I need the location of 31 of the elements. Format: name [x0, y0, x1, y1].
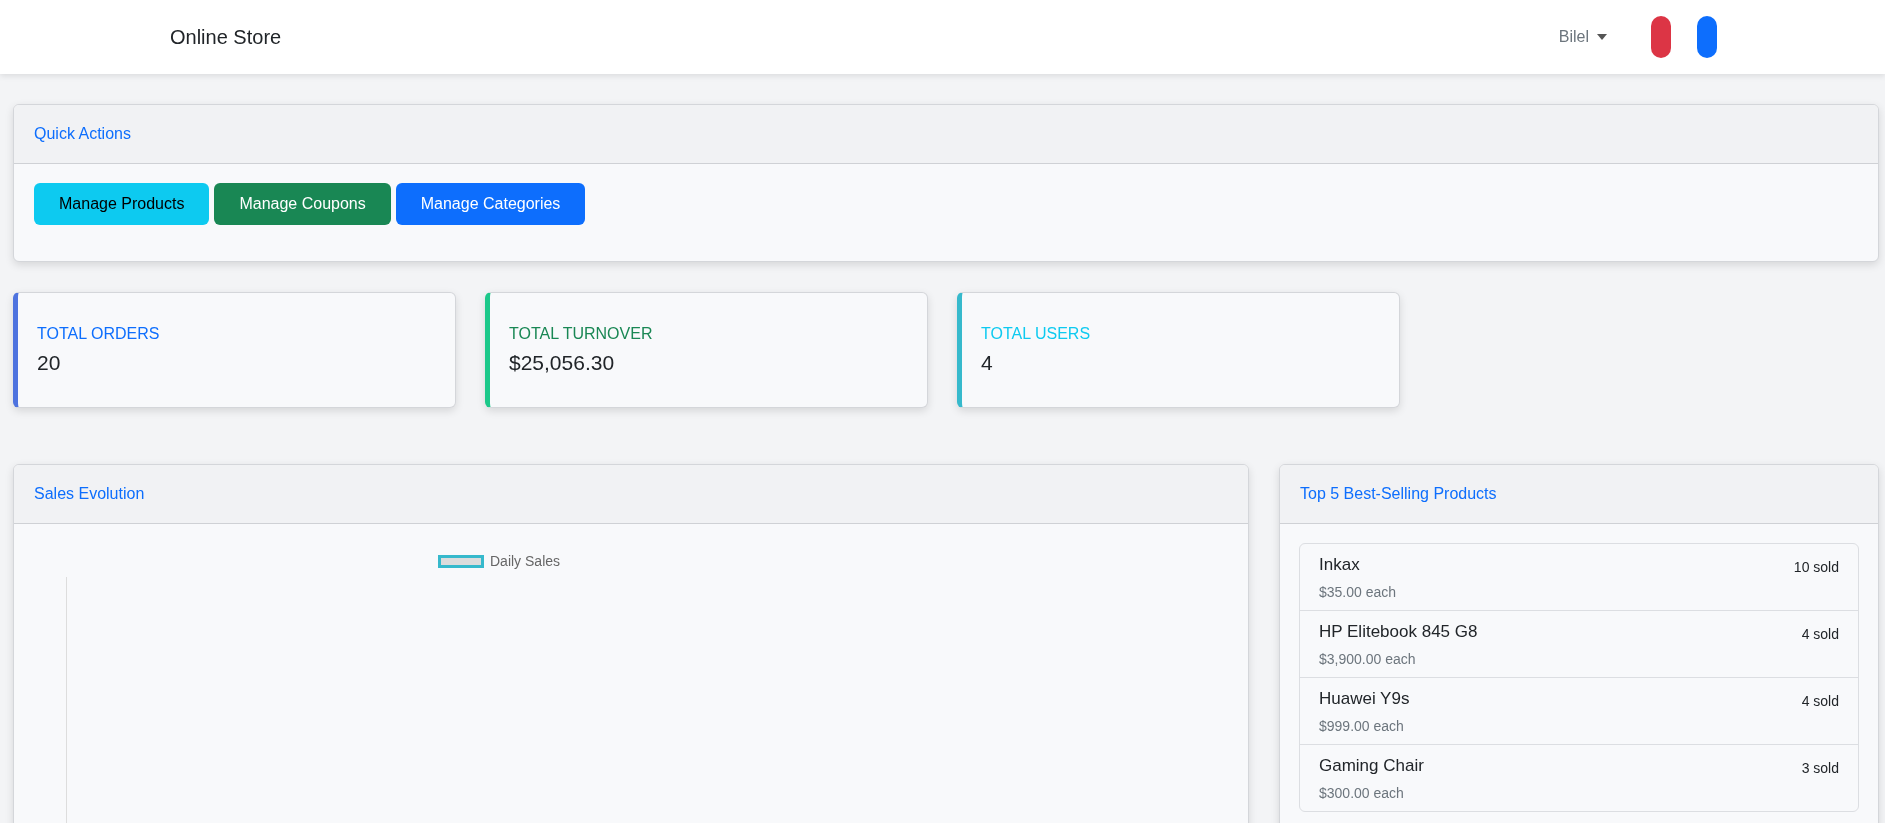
legend-swatch[interactable] — [438, 554, 484, 568]
pill-button[interactable] — [1651, 16, 1671, 58]
caret-icon — [1597, 34, 1607, 40]
product-name: Huawei Y9s — [1319, 689, 1410, 709]
action-button[interactable]: Manage Categories — [395, 183, 586, 225]
product-price: $35.00 each — [1319, 584, 1397, 600]
brand-title[interactable]: Online Store — [170, 25, 282, 49]
user-menu[interactable]: Bilel — [1554, 24, 1611, 50]
sold-count: 3 sold — [1801, 760, 1839, 778]
sold-count: 4 sold — [1801, 626, 1839, 644]
stat-label: TOTAL ORDERS — [37, 325, 161, 343]
product-name: Gaming Chair — [1319, 756, 1424, 776]
legend-label[interactable]: Daily Sales — [490, 553, 561, 569]
product-price: $3,900.00 each — [1319, 651, 1417, 667]
sold-count: 4 sold — [1801, 693, 1839, 711]
product-name: Inkax — [1319, 555, 1361, 575]
stat-value: $25,056.30 — [509, 351, 616, 375]
card-title: Sales Evolution — [34, 485, 145, 503]
pill-button[interactable] — [1697, 16, 1717, 58]
product-name: HP Elitebook 845 G8 — [1319, 622, 1478, 642]
card-title: Top 5 Best-Selling Products — [1300, 485, 1497, 503]
product-price: $300.00 each — [1319, 785, 1405, 801]
stat-label: TOTAL USERS — [981, 325, 1092, 343]
stat-value: 20 — [37, 351, 62, 375]
sold-count: 10 sold — [1793, 559, 1839, 577]
card-title: Quick Actions — [34, 125, 131, 143]
action-button[interactable]: Manage Products — [34, 183, 210, 225]
product-price: $999.00 each — [1319, 718, 1405, 734]
stat-label: TOTAL TURNOVER — [509, 325, 654, 343]
stat-value: 4 — [981, 351, 994, 375]
action-button[interactable]: Manage Coupons — [214, 183, 391, 225]
